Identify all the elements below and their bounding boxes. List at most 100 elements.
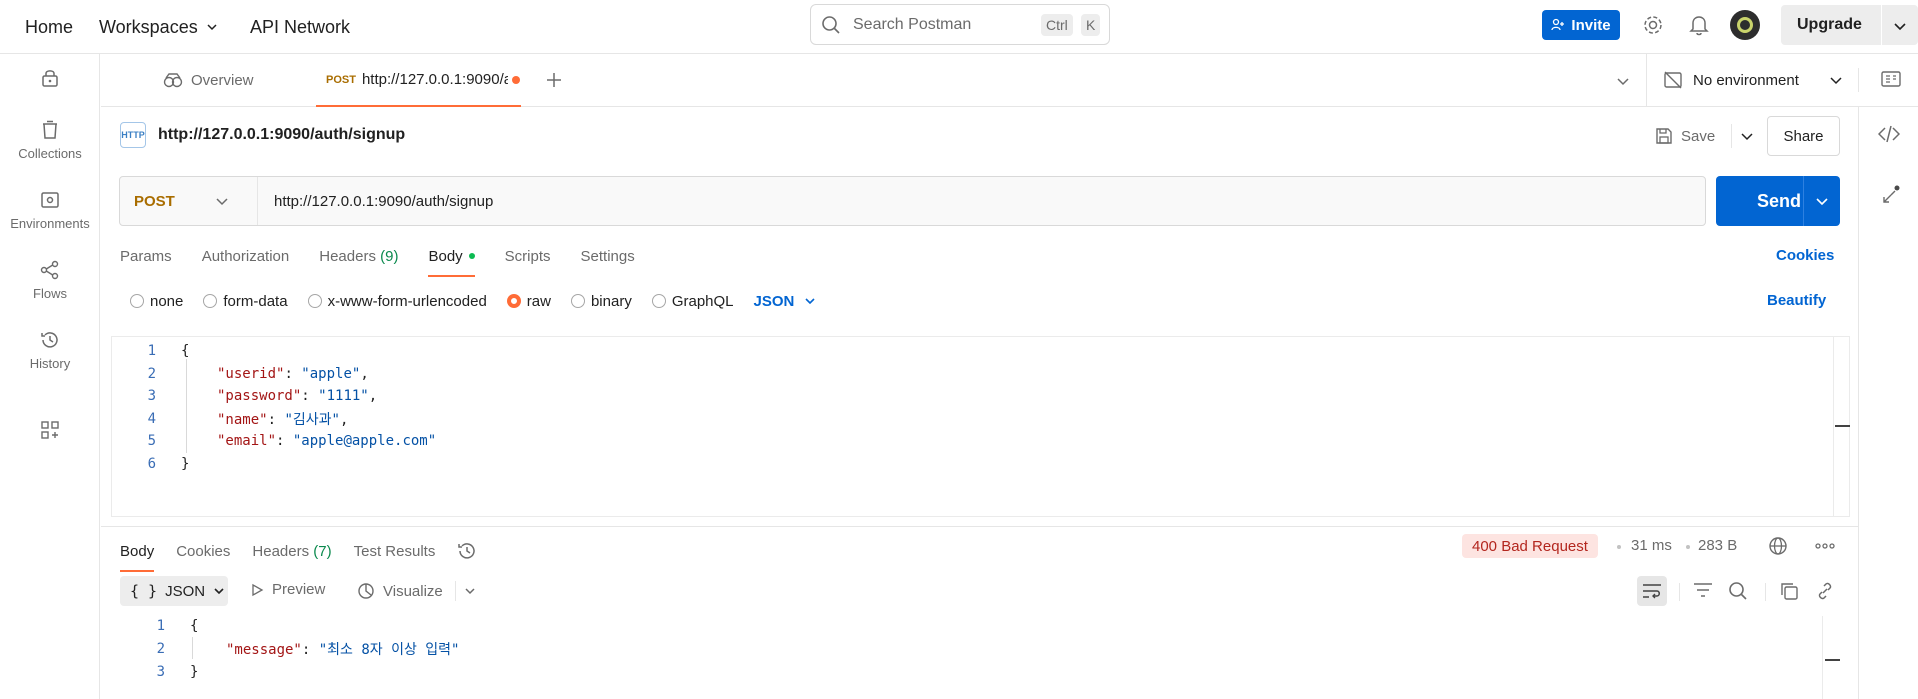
editor-scrollbar[interactable] xyxy=(1833,337,1850,516)
flows-icon xyxy=(40,260,59,280)
tab-authorization[interactable]: Authorization xyxy=(202,248,290,265)
url-input[interactable]: http://127.0.0.1:9090/auth/signup xyxy=(274,193,493,210)
line-number: 1 xyxy=(147,343,156,359)
body-type-graphql[interactable]: GraphQL xyxy=(651,293,734,310)
response-tab-body[interactable]: Body xyxy=(120,531,155,572)
code-icon[interactable] xyxy=(1878,125,1900,143)
tab-overview[interactable]: Overview xyxy=(163,54,313,106)
json-key: "name" xyxy=(217,412,268,428)
tab-request[interactable]: POST http://127.0.0.1:9090/auth/signup xyxy=(316,54,521,107)
workspaces-menu[interactable]: Workspaces xyxy=(99,17,218,38)
code-line: 6} xyxy=(112,453,190,475)
response-tab-headers[interactable]: Headers (7) xyxy=(252,543,331,560)
braces-icon: { } xyxy=(130,582,158,600)
response-time[interactable]: 31 ms xyxy=(1631,537,1672,554)
beautify-link[interactable]: Beautify xyxy=(1767,292,1826,309)
tab-settings[interactable]: Settings xyxy=(581,248,635,265)
pane-divider[interactable] xyxy=(101,526,1858,527)
tab-headers[interactable]: Headers (9) xyxy=(319,248,398,265)
home-link[interactable]: Home xyxy=(25,17,73,38)
response-tab-cookies[interactable]: Cookies xyxy=(176,543,230,560)
request-name[interactable]: http://127.0.0.1:9090/auth/signup xyxy=(158,126,405,144)
tab-body-label: Body xyxy=(428,247,463,265)
more-options-icon[interactable] xyxy=(1815,542,1835,550)
tab-body[interactable]: Body xyxy=(428,236,475,277)
save-button[interactable]: Save xyxy=(1655,124,1754,148)
body-type-none[interactable]: none xyxy=(130,293,183,310)
environment-quick-look-icon[interactable] xyxy=(1881,71,1901,89)
preview-button[interactable]: Preview xyxy=(250,581,325,598)
lock-icon[interactable] xyxy=(40,68,60,88)
avatar[interactable] xyxy=(1730,10,1760,40)
sidebar-item-collections[interactable]: Collections xyxy=(0,120,100,161)
radio xyxy=(307,294,322,308)
visualize-button[interactable]: Visualize xyxy=(357,581,476,601)
separator-dot xyxy=(1686,545,1690,549)
response-tab-test-results[interactable]: Test Results xyxy=(354,543,436,560)
body-format-select[interactable]: JSON xyxy=(754,293,817,310)
json-value: "apple" xyxy=(301,366,361,382)
kbd-k: K xyxy=(1081,14,1101,36)
send-button[interactable]: Send xyxy=(1716,176,1840,226)
body-type-binary[interactable]: binary xyxy=(570,293,632,310)
search-icon[interactable] xyxy=(1728,581,1748,601)
response-body-viewer[interactable]: 1{ 2 "message": "최소 8자 이상 입력" 3} xyxy=(111,615,1858,699)
json-value: "apple@apple.com" xyxy=(292,433,437,449)
option-label: x-www-form-urlencoded xyxy=(327,292,487,310)
share-button[interactable]: Share xyxy=(1767,116,1840,156)
body-type-form-data[interactable]: form-data xyxy=(203,293,288,310)
json-key: "userid" xyxy=(217,366,285,382)
response-size[interactable]: 283 B xyxy=(1698,537,1737,554)
response-scrollbar[interactable] xyxy=(1822,616,1823,699)
method-select[interactable]: POST xyxy=(120,177,258,225)
line-number: 3 xyxy=(156,664,165,680)
chevron-down-icon[interactable] xyxy=(1893,19,1907,33)
sidebar-item-flows[interactable]: Flows xyxy=(0,260,100,301)
response-headers-count: (7) xyxy=(313,542,332,560)
response-format-select[interactable]: { } JSON xyxy=(120,576,228,606)
upgrade-button[interactable]: Upgrade xyxy=(1781,5,1918,45)
tab-params[interactable]: Params xyxy=(120,248,172,265)
sidebar-item-history[interactable]: History xyxy=(0,330,100,371)
plus-icon[interactable] xyxy=(546,72,562,88)
json-value: "1111" xyxy=(318,388,369,404)
body-type-raw[interactable]: raw xyxy=(506,293,551,310)
gear-icon[interactable] xyxy=(1642,14,1664,36)
right-rail xyxy=(1858,107,1918,699)
sidebar-item-label: Flows xyxy=(33,286,67,301)
code-text: } xyxy=(181,456,190,472)
preview-label: Preview xyxy=(272,581,326,598)
status-badge[interactable]: 400 Bad Request xyxy=(1462,534,1598,558)
history-icon[interactable] xyxy=(457,541,477,561)
code-line: 2 "message": "최소 8자 이상 입력" xyxy=(111,638,460,660)
play-icon xyxy=(252,583,264,596)
chevron-down-icon[interactable] xyxy=(1740,129,1754,143)
filter-icon[interactable] xyxy=(1693,582,1713,598)
link-icon[interactable] xyxy=(1815,581,1835,601)
chevron-down-icon[interactable] xyxy=(464,585,476,597)
top-bar: Home Workspaces API Network Search Postm… xyxy=(0,0,1918,54)
tab-url: http://127.0.0.1:9090/auth/signup xyxy=(361,71,508,88)
sidebar-item-label: Environments xyxy=(10,216,90,231)
search-input[interactable]: Search Postman Ctrl K xyxy=(810,4,1110,45)
configure-sidebar-icon[interactable] xyxy=(40,420,60,440)
wrap-lines-button[interactable] xyxy=(1637,576,1667,606)
scrollbar-marker xyxy=(1825,659,1840,661)
environment-selector[interactable]: No environment xyxy=(1663,54,1843,106)
tab-scripts[interactable]: Scripts xyxy=(505,248,551,265)
option-label: none xyxy=(150,292,184,310)
globe-icon[interactable] xyxy=(1768,536,1788,556)
chevron-down-icon[interactable] xyxy=(1616,74,1630,88)
bell-icon[interactable] xyxy=(1689,14,1709,36)
sidebar-item-environments[interactable]: Environments xyxy=(0,190,100,231)
visualize-label: Visualize xyxy=(383,582,443,600)
code-text: } xyxy=(190,664,199,680)
request-body-editor[interactable]: 1{ 2 "userid": "apple", 3 "password": "111… xyxy=(111,336,1850,517)
api-network-link[interactable]: API Network xyxy=(250,17,350,38)
related-collections-icon[interactable] xyxy=(1881,185,1901,205)
cookies-link[interactable]: Cookies xyxy=(1776,247,1834,264)
invite-button[interactable]: Invite xyxy=(1542,10,1620,40)
chevron-down-icon[interactable] xyxy=(1815,194,1829,208)
body-type-urlencoded[interactable]: x-www-form-urlencoded xyxy=(307,292,487,310)
copy-icon[interactable] xyxy=(1779,581,1799,601)
